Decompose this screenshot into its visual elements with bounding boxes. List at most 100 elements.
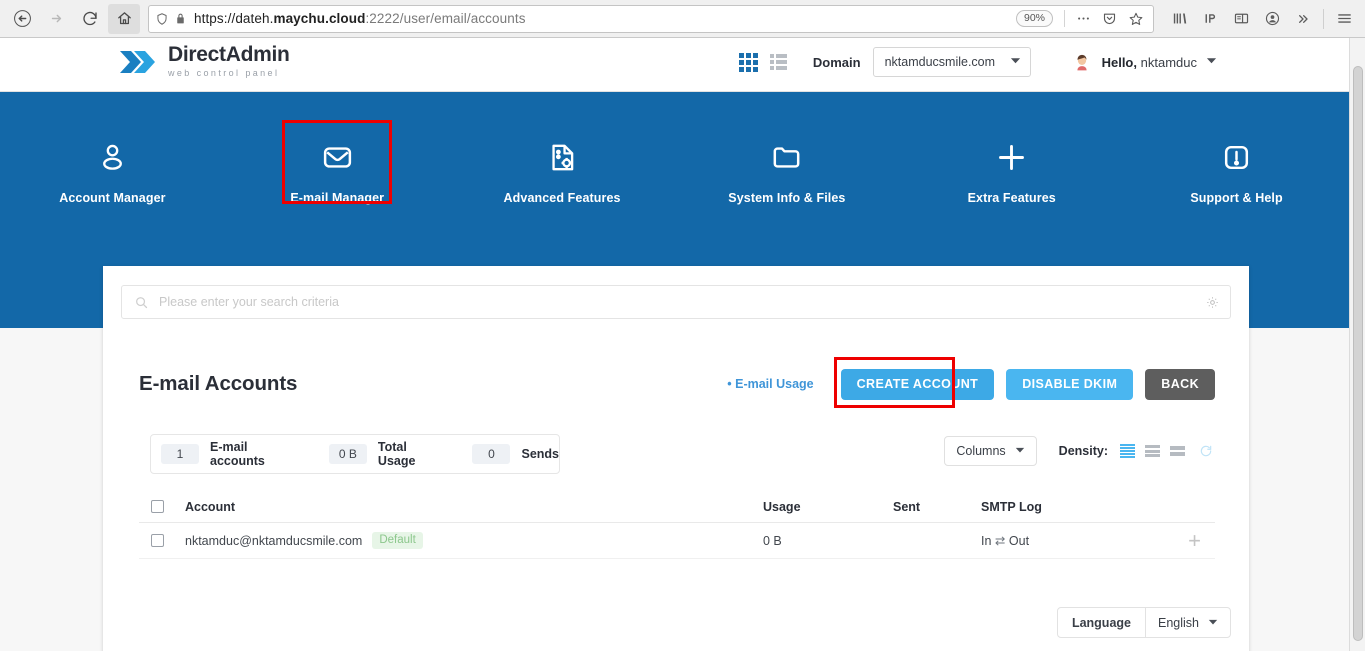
page-actions-icon[interactable] xyxy=(1073,11,1094,26)
cell-account: nktamduc@nktamducsmile.com Default xyxy=(185,532,763,549)
stat-label: E-mail accounts xyxy=(210,440,265,468)
library-icon[interactable] xyxy=(1164,4,1194,34)
nav-label: Extra Features xyxy=(967,191,1056,205)
page-actions: • E-mail Usage CREATE ACCOUNT DISABLE DK… xyxy=(727,356,1215,408)
column-header-sent[interactable]: Sent xyxy=(893,500,981,514)
nav-label: Support & Help xyxy=(1190,191,1283,205)
stat-total-usage: 0 B Total Usage xyxy=(328,440,441,468)
vertical-scrollbar[interactable] xyxy=(1349,38,1365,651)
nav-label: E-mail Manager xyxy=(290,191,385,205)
search-icon xyxy=(134,295,149,310)
home-button[interactable] xyxy=(108,3,140,34)
stat-value: 1 xyxy=(161,444,199,464)
directadmin-logo[interactable]: DirectAdmin web control panel xyxy=(118,44,290,79)
stat-value: 0 B xyxy=(328,444,367,464)
file-gear-icon xyxy=(546,135,579,179)
main-content-card: Please enter your search criteria E-mail… xyxy=(103,266,1249,651)
gear-icon[interactable] xyxy=(1205,295,1220,310)
reload-button[interactable] xyxy=(74,4,106,34)
domain-selector[interactable]: nktamducsmile.com xyxy=(872,47,1031,77)
status-badge: Default xyxy=(372,532,423,549)
list-view-icon[interactable] xyxy=(769,54,787,70)
refresh-icon[interactable] xyxy=(1199,444,1213,458)
email-usage-label: E-mail Usage xyxy=(735,377,814,391)
column-header-account[interactable]: Account xyxy=(185,500,763,514)
logo-subtitle: web control panel xyxy=(168,68,280,78)
nav-item-extra-features[interactable]: Extra Features xyxy=(899,131,1124,205)
email-usage-link[interactable]: • E-mail Usage xyxy=(727,377,813,391)
column-header-usage[interactable]: Usage xyxy=(763,500,893,514)
row-checkbox[interactable] xyxy=(151,534,164,547)
back-button[interactable] xyxy=(6,4,38,34)
select-all-checkbox[interactable] xyxy=(151,500,164,513)
exclamation-icon xyxy=(1220,135,1253,179)
smtp-out-link[interactable]: Out xyxy=(1009,534,1029,548)
pocket-icon[interactable] xyxy=(1099,11,1120,26)
browser-toolbar-right xyxy=(1164,4,1365,34)
density-label: Density: xyxy=(1058,444,1108,458)
density-compact-icon[interactable] xyxy=(1120,444,1135,458)
envelope-icon xyxy=(321,135,354,179)
language-label: Language xyxy=(1058,608,1146,637)
stat-sends: 0 Sends xyxy=(472,444,559,464)
hamburger-menu-icon[interactable] xyxy=(1329,4,1359,34)
search-input[interactable]: Please enter your search criteria xyxy=(159,295,1205,309)
header-right-controls: Domain nktamducsmile.com Hello, nktamduc xyxy=(738,47,1217,77)
hello-text: Hello, nktamduc xyxy=(1102,55,1197,70)
grid-view-icon[interactable] xyxy=(738,52,758,72)
table-row[interactable]: nktamduc@nktamducsmile.com Default 0 B I… xyxy=(139,523,1215,559)
nav-item-support-help[interactable]: Support & Help xyxy=(1124,131,1349,205)
domain-selected-value: nktamducsmile.com xyxy=(884,55,996,69)
language-value-dropdown[interactable]: English xyxy=(1146,608,1230,637)
expand-row-plus-icon[interactable]: + xyxy=(1188,529,1201,552)
density-comfortable-icon[interactable] xyxy=(1170,444,1185,458)
search-bar[interactable]: Please enter your search criteria xyxy=(121,285,1231,319)
table-header-row: Account Usage Sent SMTP Log xyxy=(139,491,1215,523)
smtp-in-link[interactable]: In xyxy=(981,534,991,548)
back-button[interactable]: BACK xyxy=(1145,368,1215,400)
bookmark-star-icon[interactable] xyxy=(1125,11,1147,27)
create-account-button[interactable]: CREATE ACCOUNT xyxy=(840,368,995,400)
url-text: https://dateh.maychu.cloud:2222/user/ema… xyxy=(194,11,526,26)
avatar xyxy=(1071,51,1093,73)
columns-button[interactable]: Columns xyxy=(944,436,1037,466)
account-email[interactable]: nktamduc@nktamducsmile.com xyxy=(185,534,362,548)
nav-label: Account Manager xyxy=(59,191,166,205)
view-toggle-group xyxy=(738,52,787,72)
user-menu[interactable]: Hello, nktamduc xyxy=(1071,51,1217,73)
nav-item-email-manager[interactable]: E-mail Manager xyxy=(225,131,450,205)
column-header-smtp-log[interactable]: SMTP Log xyxy=(981,500,1161,514)
zoom-level-badge[interactable]: 90% xyxy=(1015,10,1053,27)
cell-smtp-log: In ⇄ Out xyxy=(981,533,1161,548)
cell-expand: + xyxy=(1161,529,1215,552)
select-all-cell xyxy=(139,500,185,513)
sidebar-icon[interactable] xyxy=(1226,4,1256,34)
browser-nav-buttons xyxy=(0,3,140,34)
density-standard-icon[interactable] xyxy=(1145,444,1160,458)
page-viewport: DirectAdmin web control panel Domain nkt… xyxy=(0,38,1365,651)
app-header: DirectAdmin web control panel Domain nkt… xyxy=(0,38,1349,92)
lock-icon[interactable] xyxy=(174,12,187,25)
nav-item-advanced-features[interactable]: Advanced Features xyxy=(450,131,675,205)
hello-username: nktamduc xyxy=(1140,54,1197,70)
stats-summary-bar: 1 E-mail accounts 0 B Total Usage 0 Send… xyxy=(150,434,560,474)
forward-button[interactable] xyxy=(40,4,72,34)
shield-icon[interactable] xyxy=(155,12,169,26)
account-icon[interactable] xyxy=(1257,4,1287,34)
overflow-chevron-icon[interactable] xyxy=(1288,4,1318,34)
row-select-cell xyxy=(139,534,185,547)
ip-badge-icon[interactable] xyxy=(1195,4,1225,34)
language-selected: English xyxy=(1158,615,1199,630)
plus-icon xyxy=(995,135,1028,179)
scrollbar-thumb[interactable] xyxy=(1353,66,1363,641)
chevron-down-icon xyxy=(1015,444,1025,458)
address-bar[interactable]: https://dateh.maychu.cloud:2222/user/ema… xyxy=(148,4,1154,33)
url-bar-container: https://dateh.maychu.cloud:2222/user/ema… xyxy=(148,4,1154,33)
nav-item-account-manager[interactable]: Account Manager xyxy=(0,131,225,205)
disable-dkim-button[interactable]: DISABLE DKIM xyxy=(1006,368,1134,400)
nav-label: Advanced Features xyxy=(503,191,621,205)
cell-usage: 0 B xyxy=(763,533,782,548)
chevrons-logo-icon xyxy=(118,47,158,77)
nav-item-system-info-files[interactable]: System Info & Files xyxy=(674,131,899,205)
stat-email-accounts: 1 E-mail accounts xyxy=(161,440,297,468)
